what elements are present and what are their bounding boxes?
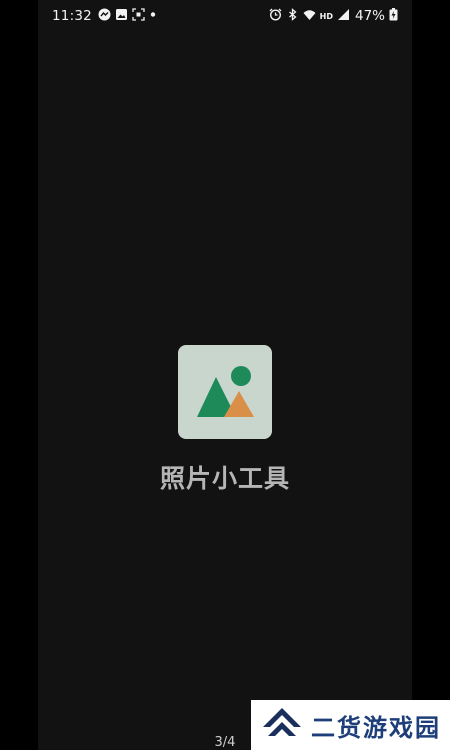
app-name: 照片小工具 <box>159 464 290 493</box>
status-bar-left: 11:32 <box>52 7 157 25</box>
photo-landscape-icon <box>178 345 272 439</box>
notification-dot-icon <box>149 8 157 25</box>
gallery-icon <box>115 8 128 25</box>
messenger-icon <box>98 8 111 25</box>
page-indicator: 3/4 <box>214 735 236 750</box>
wifi-icon <box>303 8 316 25</box>
hd-icon: HD <box>319 11 333 21</box>
bluetooth-icon <box>286 7 299 25</box>
watermark: 二货游戏园 <box>251 700 450 750</box>
watermark-text: 二货游戏园 <box>311 713 441 742</box>
battery-percent: 47% <box>354 8 385 24</box>
watermark-logo-icon <box>263 708 301 736</box>
alarm-icon <box>269 8 282 25</box>
status-bar-right: HD 47% <box>269 7 398 25</box>
screenshot-icon <box>132 7 145 25</box>
signal-icon <box>337 8 350 25</box>
status-time: 11:32 <box>52 8 92 24</box>
battery-charging-icon <box>389 7 398 25</box>
screen: 11:32 HD 47% 照片小工具 3/4 二货游戏园 <box>0 0 450 750</box>
status-bar: 11:32 HD 47% <box>0 0 450 32</box>
